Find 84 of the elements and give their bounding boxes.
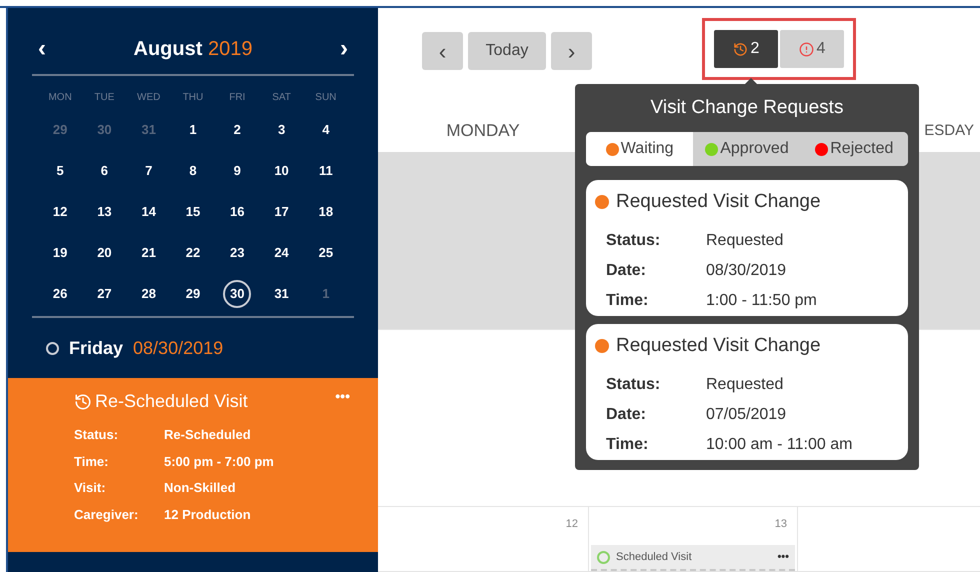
event-title: Scheduled Visit <box>616 550 693 565</box>
alert-icon <box>798 42 814 56</box>
date-number: 12 <box>566 516 578 532</box>
calendar-day[interactable]: 8 <box>178 156 207 184</box>
field-value: Requested <box>706 374 784 394</box>
calendar-day[interactable]: 15 <box>178 198 207 226</box>
calendar-day[interactable]: 14 <box>134 198 163 226</box>
next-button[interactable]: › <box>551 32 592 70</box>
calendar-day[interactable]: 17 <box>268 198 296 226</box>
field-value: 5:00 pm - 7:00 pm <box>164 452 274 471</box>
calendar-day[interactable]: 6 <box>90 156 118 184</box>
calendar-day[interactable]: 11 <box>312 156 340 184</box>
field-label: Caregiver: <box>74 506 140 524</box>
field-value: 08/30/2019 <box>706 260 786 280</box>
field-label: Time: <box>606 290 650 310</box>
field-label: Time: <box>74 452 110 470</box>
calendar-day[interactable]: 22 <box>178 238 207 266</box>
weekday-label: SUN <box>314 91 338 105</box>
calendar-day[interactable]: 13 <box>90 198 118 226</box>
calendar-day[interactable]: 3 <box>268 116 296 144</box>
field-value: Re-Scheduled <box>164 426 251 444</box>
calendar-day[interactable]: 1 <box>178 116 207 144</box>
calendar-day[interactable]: 26 <box>46 280 74 308</box>
selected-day-date: 08/30/2019 <box>133 336 224 360</box>
calendar-day[interactable]: 19 <box>46 238 74 266</box>
calendar-day[interactable]: 30 <box>223 280 252 308</box>
field-value: Non-Skilled <box>164 479 236 497</box>
day-header: ESDAY <box>924 120 974 141</box>
field-label: Date: <box>606 260 648 280</box>
event-chip[interactable]: Scheduled Visit ••• <box>591 545 795 572</box>
history-icon <box>74 392 92 410</box>
field-value: 1:00 - 11:50 pm <box>706 290 817 310</box>
weekday-label: MON <box>47 91 73 105</box>
calendar-day[interactable]: 16 <box>223 198 252 226</box>
calendar-day[interactable]: 31 <box>268 280 296 308</box>
request-badge[interactable]: 4 <box>780 30 844 68</box>
weekday-label: SAT <box>271 91 292 105</box>
request-badge[interactable]: 2 <box>714 30 778 68</box>
field-label: Status: <box>606 230 662 250</box>
previous-month-button[interactable]: ‹ <box>38 37 46 61</box>
calendar-day[interactable]: 27 <box>90 280 118 308</box>
field-value: 07/05/2019 <box>706 404 786 424</box>
request-title: Requested Visit Change <box>616 334 821 358</box>
field-label: Time: <box>606 434 650 454</box>
weekday-label: THU <box>182 91 204 105</box>
weekday-label: FRI <box>228 91 246 105</box>
day-header: MONDAY <box>446 120 520 142</box>
more-icon: ••• <box>777 548 789 566</box>
field-value: Requested <box>706 230 784 250</box>
calendar-day[interactable]: 25 <box>312 238 340 266</box>
calendar-day[interactable]: 24 <box>268 238 296 266</box>
calendar-day[interactable]: 21 <box>134 238 163 266</box>
date-number: 13 <box>774 516 787 532</box>
calendar-day[interactable]: 18 <box>312 198 340 226</box>
weekday-label: WED <box>136 91 162 105</box>
calendar-day[interactable]: 23 <box>223 238 252 266</box>
calendar-day[interactable]: 28 <box>134 280 163 308</box>
calendar-day[interactable]: 7 <box>134 156 163 184</box>
field-label: Visit: <box>74 479 107 497</box>
previous-button[interactable]: ‹ <box>422 32 463 70</box>
visit-title: Re-Scheduled Visit <box>95 390 248 413</box>
month-title: August 2019 <box>134 37 252 62</box>
calendar-day[interactable]: 2 <box>223 116 252 144</box>
calendar-day[interactable]: 9 <box>223 156 252 184</box>
calendar-day[interactable]: 10 <box>268 156 296 184</box>
selected-day-weekday: Friday <box>69 336 124 360</box>
field-label: Status: <box>606 374 662 394</box>
calendar-day[interactable]: 4 <box>312 116 340 144</box>
field-value: 12 Production <box>164 506 251 524</box>
field-label: Status: <box>74 426 120 444</box>
ring-icon <box>597 550 610 564</box>
calendar-day[interactable]: 29 <box>178 280 207 308</box>
history-icon <box>732 42 748 56</box>
status-tab[interactable]: Waiting <box>586 132 694 166</box>
calendar-day[interactable]: 20 <box>90 238 118 266</box>
popup-title: Visit Change Requests <box>650 96 844 120</box>
today-button[interactable]: Today <box>468 32 546 70</box>
field-label: Date: <box>606 404 648 424</box>
next-month-button[interactable]: › <box>340 37 348 61</box>
weekday-label: TUE <box>93 91 116 105</box>
calendar-day[interactable]: 5 <box>46 156 74 184</box>
field-value: 10:00 am - 11:00 am <box>706 434 852 454</box>
calendar-day[interactable]: 12 <box>46 198 74 226</box>
request-title: Requested Visit Change <box>616 190 821 214</box>
